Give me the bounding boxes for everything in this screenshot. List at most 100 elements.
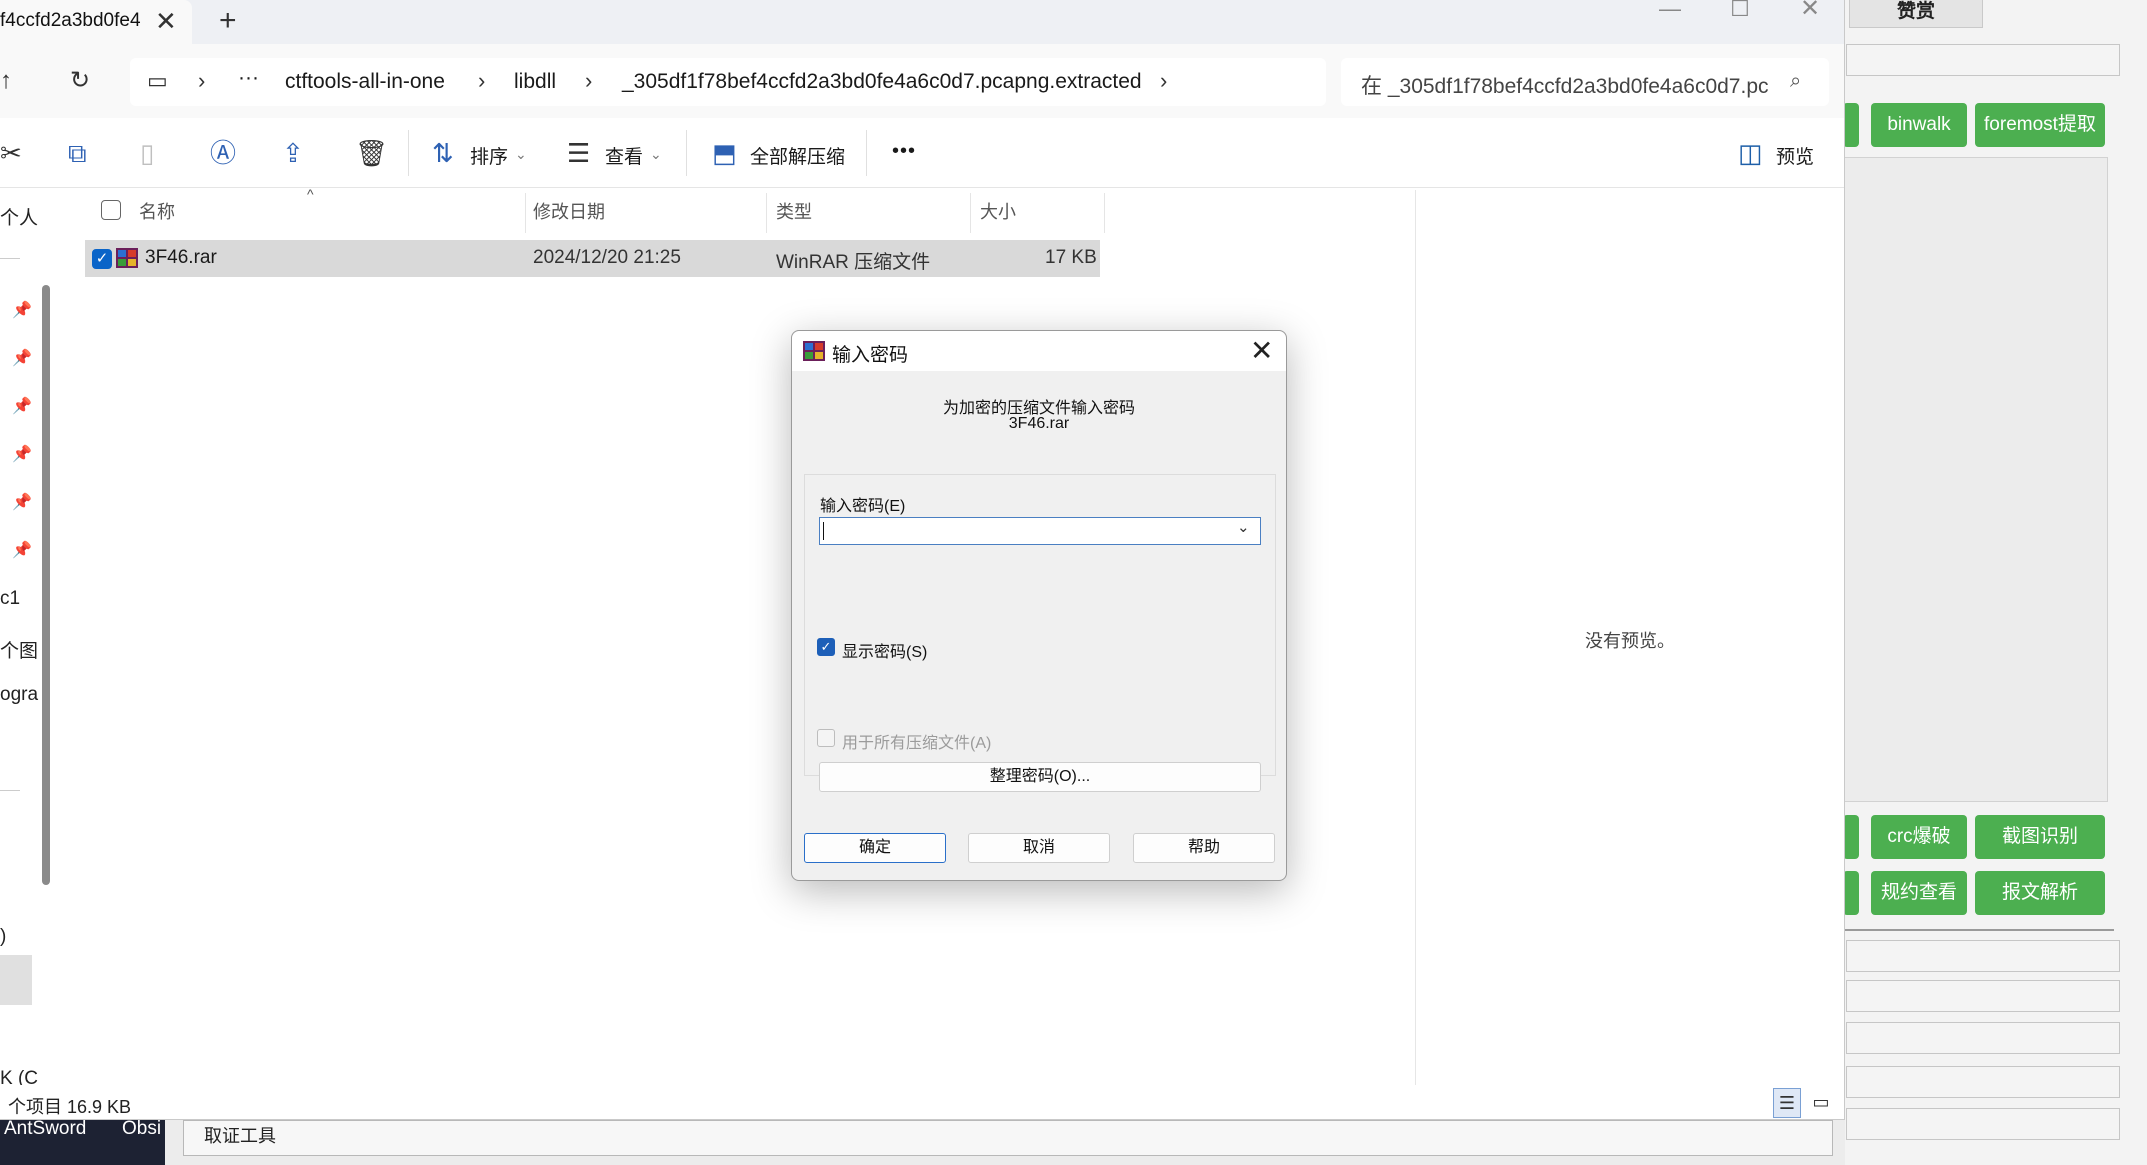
forensics-tool-field[interactable]: 取证工具: [183, 1120, 1833, 1156]
show-password-checkbox[interactable]: ✓: [817, 638, 835, 656]
column-modified[interactable]: 修改日期: [533, 198, 605, 224]
search-input[interactable]: 在 _305df1f78bef4ccfd2a3bd0fe4a6c0d7.pc: [1361, 70, 1771, 100]
column-separator[interactable]: [766, 193, 767, 233]
screenshot-ocr-button[interactable]: 截图识别: [1975, 815, 2105, 859]
column-separator[interactable]: [1104, 193, 1105, 233]
breadcrumb-ctftools[interactable]: ctftools-all-in-one: [285, 70, 445, 94]
cut-icon[interactable]: ✂: [0, 138, 22, 168]
paste-icon[interactable]: ▯: [140, 138, 154, 168]
window-close-icon[interactable]: ✕: [1780, 0, 1840, 21]
details-view-icon[interactable]: ☰: [1773, 1088, 1801, 1118]
share-icon[interactable]: ⇪: [282, 138, 304, 168]
rules-button[interactable]: 规约查看: [1871, 871, 1967, 915]
column-size[interactable]: 大小: [980, 198, 1016, 224]
this-pc-icon: ▭: [147, 68, 168, 93]
sidebar-item-personal[interactable]: 个人: [0, 203, 38, 230]
breadcrumb-libdll[interactable]: libdll: [514, 70, 556, 94]
column-type[interactable]: 类型: [776, 198, 812, 224]
bg-field-3[interactable]: [1846, 1022, 2120, 1054]
text-caret: [823, 522, 824, 540]
chevron-right-icon[interactable]: ›: [1160, 68, 1167, 94]
pin-icon[interactable]: 📌: [12, 348, 32, 368]
chevron-down-icon[interactable]: ⌄: [1237, 518, 1250, 536]
help-button[interactable]: 帮助: [1133, 833, 1275, 863]
status-bar: [0, 1085, 1844, 1119]
pin-icon[interactable]: 📌: [12, 444, 32, 464]
sidebar-item-programs[interactable]: ogra: [0, 684, 38, 706]
chevron-right-icon[interactable]: ›: [585, 68, 592, 94]
new-tab-icon[interactable]: +: [219, 4, 237, 38]
sidebar-item-selected[interactable]: [0, 955, 32, 1005]
breadcrumb-extracted[interactable]: _305df1f78bef4ccfd2a3bd0fe4a6c0d7.pcapng…: [622, 70, 1142, 94]
file-modified: 2024/12/20 21:25: [533, 247, 681, 268]
password-input[interactable]: [819, 517, 1261, 545]
chevron-right-icon[interactable]: ›: [478, 68, 485, 94]
sidebar-item-pictures[interactable]: 个图: [0, 636, 38, 663]
delete-icon[interactable]: 🗑: [355, 138, 388, 168]
sort-icon[interactable]: ⇅: [432, 138, 454, 168]
pin-icon[interactable]: 📌: [12, 300, 32, 320]
password-label: 输入密码(E): [820, 498, 906, 515]
sidebar-item-c1[interactable]: c1: [0, 588, 20, 610]
bg-partial-button[interactable]: [1843, 815, 1859, 859]
file-name[interactable]: 3F46.rar: [145, 247, 217, 269]
preview-pane-icon[interactable]: ◫: [1738, 138, 1763, 168]
sort-button[interactable]: 排序: [470, 142, 508, 169]
foremost-button[interactable]: foremost提取: [1975, 103, 2105, 147]
bg-partial-button[interactable]: [1843, 871, 1859, 915]
organize-passwords-button[interactable]: 整理密码(O)...: [819, 762, 1261, 792]
use-for-all-checkbox[interactable]: [817, 729, 835, 747]
extract-all-button[interactable]: 全部解压缩: [750, 142, 845, 169]
chevron-down-icon[interactable]: ⌄: [650, 146, 662, 163]
chevron-down-icon[interactable]: ⌄: [515, 146, 527, 163]
bg-field-2[interactable]: [1846, 980, 2120, 1012]
column-separator[interactable]: [525, 193, 526, 233]
refresh-icon[interactable]: ↻: [70, 66, 90, 96]
extract-icon[interactable]: ⬒: [712, 138, 737, 168]
forensics-tool-label: 取证工具: [204, 1126, 276, 1146]
dialog-filename: 3F46.rar: [1008, 415, 1070, 432]
tiles-view-icon[interactable]: ▭: [1807, 1088, 1835, 1118]
taskbar-antsword[interactable]: AntSword: [4, 1118, 86, 1140]
sidebar-scrollbar[interactable]: [42, 285, 50, 885]
sidebar-divider: [0, 258, 20, 259]
bg-field-1[interactable]: [1846, 940, 2120, 972]
pin-icon[interactable]: 📌: [12, 540, 32, 560]
more-crumbs-icon[interactable]: ···: [238, 66, 259, 90]
more-options-button[interactable]: •••: [892, 140, 916, 163]
cancel-button[interactable]: 取消: [968, 833, 1110, 863]
crc-button[interactable]: crc爆破: [1871, 815, 1967, 859]
bg-field-5[interactable]: [1846, 1108, 2120, 1140]
view-icon[interactable]: ☰: [567, 138, 590, 168]
show-password-label[interactable]: 显示密码(S): [842, 638, 927, 662]
search-icon[interactable]: ⌕: [1790, 70, 1801, 93]
column-separator[interactable]: [970, 193, 971, 233]
column-name[interactable]: 名称: [139, 198, 175, 224]
pin-icon[interactable]: 📌: [12, 396, 32, 416]
chevron-right-icon[interactable]: ›: [198, 68, 205, 94]
minimize-icon[interactable]: —: [1640, 0, 1700, 20]
ok-button[interactable]: 确定: [804, 833, 946, 863]
tab-title: f4ccfd2a3bd0fe4: [0, 10, 141, 31]
tab-close-icon[interactable]: ✕: [155, 6, 177, 36]
bg-input-strip: [1846, 44, 2120, 76]
file-size: 17 KB: [1045, 247, 1097, 268]
taskbar-obsidian[interactable]: Obsi: [122, 1118, 164, 1140]
copy-icon[interactable]: ⧉: [68, 138, 87, 168]
pin-icon[interactable]: 📌: [12, 492, 32, 512]
binwalk-button[interactable]: binwalk: [1871, 103, 1967, 147]
tab-donate[interactable]: 赞赏: [1849, 0, 1983, 28]
maximize-icon[interactable]: ☐: [1710, 0, 1770, 20]
up-arrow-icon[interactable]: ↑: [0, 66, 12, 96]
bg-partial-button[interactable]: [1843, 103, 1859, 147]
dialog-close-icon[interactable]: ✕: [1250, 334, 1273, 368]
select-all-checkbox[interactable]: [101, 200, 121, 220]
sidebar-item-drive[interactable]: ): [0, 926, 6, 948]
packet-parse-button[interactable]: 报文解析: [1975, 871, 2105, 915]
preview-button[interactable]: 预览: [1776, 142, 1814, 169]
rename-icon[interactable]: Ⓐ: [210, 138, 236, 168]
bg-field-4[interactable]: [1846, 1066, 2120, 1098]
row-checkbox[interactable]: ✓: [92, 249, 112, 269]
file-type: WinRAR 压缩文件: [776, 252, 931, 273]
view-button[interactable]: 查看: [605, 142, 643, 169]
